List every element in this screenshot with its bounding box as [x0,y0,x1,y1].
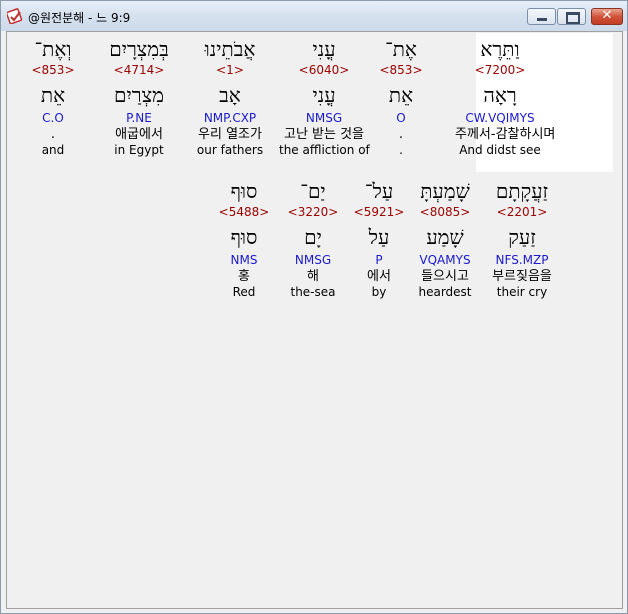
hebrew-word: זַעֲקָתָם [495,179,549,203]
word-column[interactable]: אֶת־ <853> אֵת O.. [356,36,446,158]
hebrew-word: אֲבֹתֵינוּ [204,37,256,61]
morph-code: NMS [230,253,258,267]
strong-number: <5488> [218,205,270,219]
hebrew-word: וַתֵּרֶא [480,37,520,61]
korean-gloss: 고난 받는 것을 [283,127,365,142]
hebrew-lemma: זַעַק [508,225,536,249]
window-title: @원전분해 - 느 9:9 [28,11,131,25]
morph-code: NMSG [305,111,343,125]
app-icon [7,8,23,24]
word-column[interactable]: וַתֵּרֶא <7200> רָאָה CW.VQIMYS 주께서-감찰하시며 And… [455,36,556,158]
hebrew-word: בְּמִצְרָיִם [109,37,169,61]
morph-code: NMP.CXP [203,111,257,125]
interlinear-panel: וַתֵּרֶא <7200> רָאָה CW.VQIMYS 주께서-감찰하시며 And… [6,31,623,609]
hebrew-lemma: עֳנִי [312,83,336,107]
strong-number: <853> [379,63,423,77]
strong-number: <2201> [496,205,548,219]
strong-number: <7200> [474,63,526,77]
title-bar[interactable]: @원전분해 - 느 9:9 ✕ [1,1,627,31]
hebrew-word: סוּף [230,179,258,203]
hebrew-word: עֳנִי [312,37,336,61]
hebrew-word: אֶת־ [385,37,417,61]
korean-gloss: 주께서-감찰하시며 [455,127,556,142]
strong-number: <4714> [113,63,165,77]
word-column[interactable]: בְּמִצְרָיִם <4714> מִצְרַיִם P.NE 애굽에서 in Eg… [94,36,184,158]
close-button[interactable]: ✕ [591,8,623,25]
morph-code: NFS.MZP [495,253,549,267]
hebrew-lemma: סוּף [230,225,258,249]
hebrew-lemma: אֵת [40,83,66,107]
korean-gloss: . [50,127,56,142]
english-gloss: Red [232,285,256,299]
word-column[interactable]: עֳנִי <6040> עֳנִי NMSG 고난 받는 것을 the afflicti… [279,36,370,158]
english-gloss: and [41,143,65,157]
english-gloss: our fathers [196,143,264,157]
english-gloss: their cry [496,285,548,299]
korean-gloss: . [398,127,404,142]
maximize-button[interactable] [557,8,586,25]
hebrew-lemma: מִצְרַיִם [114,83,164,107]
word-column[interactable]: וְאֶת־ <853> אֵת C.O. and [8,36,98,158]
korean-gloss: 우리 열조가 [198,127,262,142]
close-icon: ✕ [601,8,613,23]
hebrew-lemma: אָב [219,83,241,107]
english-gloss: in Egypt [114,143,164,157]
korean-gloss: 부르짖음을 [492,269,552,284]
korean-gloss: 홍 [238,269,250,284]
hebrew-word: וְאֶת־ [34,37,72,61]
morph-code: O [396,111,406,125]
english-gloss: the affliction of [279,143,370,157]
word-column[interactable]: אֲבֹתֵינוּ <1> אָב NMP.CXP 우리 열조가 our fathers [185,36,275,158]
english-gloss: And didst see [459,143,541,157]
word-column[interactable]: סוּף <5488> סוּף NMS 홍 Red [199,178,289,300]
morph-code: CW.VQIMYS [465,111,535,125]
word-column[interactable]: זַעֲקָתָם <2201> זַעַק NFS.MZP 부르짖음을 their cr… [477,178,567,300]
strong-number: <1> [216,63,244,77]
morph-code: C.O [42,111,64,125]
hebrew-lemma: אֵת [388,83,414,107]
korean-gloss: 애굽에서 [115,127,163,142]
hebrew-lemma: רָאָה [483,83,517,107]
minimize-button[interactable] [527,8,556,25]
app-window: @원전분해 - 느 9:9 ✕ וַתֵּרֶא <7200> רָאָה CW.VQ… [0,0,628,614]
strong-number: <853> [31,63,75,77]
morph-code: P.NE [126,111,152,125]
strong-number: <6040> [298,63,350,77]
